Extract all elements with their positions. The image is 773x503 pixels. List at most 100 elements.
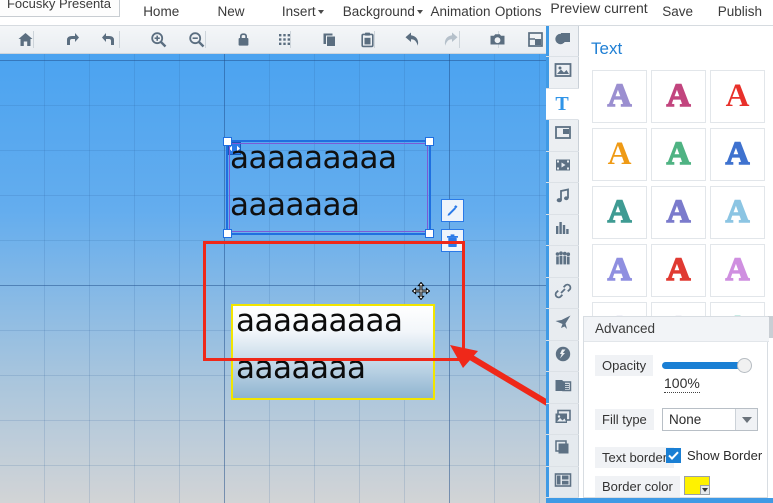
text-style-swatch[interactable]: A [651, 186, 706, 239]
letter-a-icon: A [725, 252, 750, 288]
resize-handle-bottom-left[interactable] [223, 229, 232, 238]
edit-text-button[interactable] [441, 199, 464, 222]
tool-tab-character[interactable] [546, 247, 579, 278]
undo-icon[interactable] [393, 26, 431, 53]
letter-a-icon: A [725, 194, 750, 230]
music-icon [554, 187, 572, 210]
advanced-settings-panel: Advanced Opacity 100% Fill type None Tex… [583, 316, 769, 498]
opacity-label: Opacity [595, 355, 654, 376]
tool-tab-plane[interactable] [546, 310, 579, 341]
text-style-swatch[interactable]: A [592, 70, 647, 123]
opacity-slider[interactable] [662, 358, 752, 373]
text-style-swatch[interactable]: A [592, 186, 647, 239]
letter-a-icon: A [725, 78, 750, 114]
image-icon [554, 61, 572, 84]
letter-a-icon: A [666, 252, 691, 288]
tool-tab-chart[interactable] [546, 215, 579, 246]
menu-item-options[interactable]: Options [495, 4, 542, 19]
menu-item-home[interactable]: Home [143, 4, 179, 19]
menu-item-animation[interactable]: Animation [430, 4, 490, 19]
selected-text-object[interactable]: aaaaaaaaa aaaaaaa [223, 137, 434, 238]
camera-icon[interactable] [478, 26, 516, 53]
text-style-swatch[interactable]: A [710, 70, 765, 123]
copy-icon[interactable] [310, 26, 348, 53]
delete-text-button[interactable] [441, 229, 464, 252]
tool-tab-text[interactable]: T [546, 89, 579, 120]
grid-icon[interactable] [265, 26, 303, 53]
redo-icon[interactable] [431, 26, 469, 53]
tool-tab-layout[interactable] [546, 467, 579, 498]
tool-tab-link[interactable] [546, 278, 579, 309]
letter-a-icon: A [666, 78, 691, 114]
slide-canvas[interactable]: aaaaaaaaa aaaaaaa aaaaaaaaa aaaaaaa [0, 54, 546, 503]
menu-item-background[interactable]: Background [343, 4, 423, 19]
text-style-swatch[interactable]: A [592, 244, 647, 297]
letter-a-icon: A [607, 78, 632, 114]
tool-tab-video[interactable] [546, 152, 579, 183]
panel-bottom-rail [546, 498, 773, 503]
menu-item-label: Save [662, 4, 694, 19]
text-style-swatch[interactable]: A [710, 128, 765, 181]
advanced-header-label: Advanced [595, 321, 656, 336]
tool-tab-animation[interactable] [546, 373, 579, 404]
menu-item-publish[interactable]: Publish [718, 4, 762, 19]
text-border-label: Text border [595, 447, 675, 468]
chevron-down-icon[interactable] [317, 10, 324, 15]
menu-item-label: Animation [430, 4, 491, 19]
letter-a-icon: A [666, 194, 691, 230]
tool-tab-strip: T [546, 26, 579, 503]
bordered-text-object[interactable]: aaaaaaaaa aaaaaaa [231, 303, 435, 400]
resize-handle-top-right[interactable] [425, 137, 434, 146]
plane-icon [554, 313, 572, 336]
menu-item-insert[interactable]: Insert [282, 4, 324, 19]
menu-item-label: Home [143, 4, 180, 19]
text-style-swatch[interactable]: A [651, 70, 706, 123]
text-style-swatch[interactable]: A [651, 128, 706, 181]
menu-item-new[interactable]: New [217, 4, 244, 19]
menu-item-label: Publish [717, 4, 763, 19]
paste-icon[interactable] [348, 26, 386, 53]
opacity-value[interactable]: 100% [664, 375, 700, 393]
panel-title: Text [591, 39, 623, 58]
menu-item-label: Background [342, 4, 415, 19]
chevron-down-icon[interactable] [735, 409, 757, 430]
resize-handle-bottom-right[interactable] [425, 229, 434, 238]
show-border-checkbox[interactable] [666, 448, 681, 463]
shapes-icon [554, 30, 572, 53]
text-style-swatch[interactable]: A [710, 186, 765, 239]
home-icon[interactable] [6, 26, 44, 53]
tool-tab-shapes[interactable] [546, 26, 579, 57]
letter-a-icon: A [607, 194, 632, 230]
move-cursor-icon [411, 281, 431, 301]
redo-step-icon[interactable] [52, 26, 90, 53]
fill-type-select[interactable]: None [662, 408, 758, 431]
menu-item-preview-current[interactable]: Preview current [550, 0, 647, 16]
zoom-in-icon[interactable] [139, 26, 177, 53]
canvas-grid-major [0, 54, 546, 503]
color-dropdown-arrow-icon[interactable] [700, 485, 710, 495]
resize-handle-top-left[interactable] [223, 137, 232, 146]
tool-tab-gallery[interactable] [546, 404, 579, 435]
fill-type-label: Fill type [595, 409, 654, 430]
show-border-checkbox-group[interactable]: Show Border [666, 448, 762, 463]
border-color-swatch[interactable] [684, 476, 710, 495]
text-style-swatch[interactable]: A [592, 128, 647, 181]
chevron-down-icon[interactable] [416, 10, 423, 15]
text-style-swatch-grid[interactable]: AAAAAAAAAAAAAAA [592, 70, 770, 338]
menu-item-save[interactable]: Save [662, 4, 693, 19]
menu-item-label: Preview current [550, 0, 648, 16]
menu-bar: Focusky Presenta Home New Insert Background… [0, 0, 773, 26]
tool-tab-layers[interactable] [546, 436, 579, 467]
zoom-out-icon[interactable] [177, 26, 215, 53]
fill-type-value: None [669, 412, 702, 427]
callout-icon [554, 124, 572, 147]
opacity-slider-knob[interactable] [737, 358, 752, 373]
tool-tab-image[interactable] [546, 58, 579, 89]
undo-step-icon[interactable] [90, 26, 128, 53]
text-style-swatch[interactable]: A [651, 244, 706, 297]
tool-tab-callout[interactable] [546, 121, 579, 152]
text-style-swatch[interactable]: A [710, 244, 765, 297]
lock-icon[interactable] [224, 26, 262, 53]
tool-tab-music[interactable] [546, 184, 579, 215]
tool-tab-flash[interactable] [546, 341, 579, 372]
